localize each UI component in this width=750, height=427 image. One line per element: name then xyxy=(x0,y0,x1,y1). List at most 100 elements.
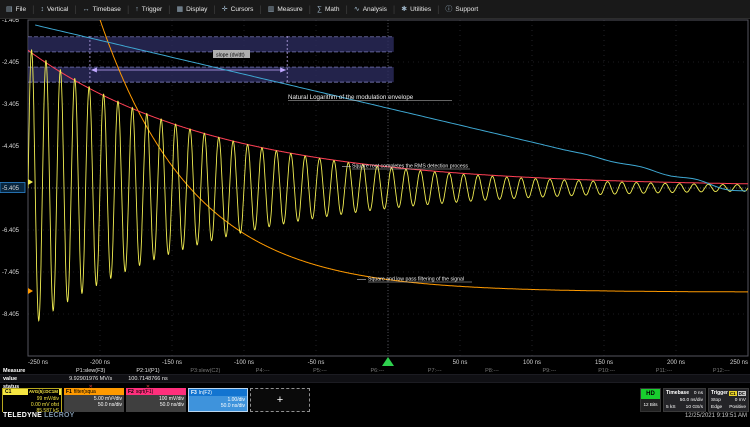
vertical-icon: ↕ xyxy=(40,6,44,13)
x-axis-label: 100 ns xyxy=(523,360,541,366)
trace-settings: 1.00/div50.0 ns/div xyxy=(189,396,247,411)
measure-P11-label[interactable]: P11:--- xyxy=(635,368,692,374)
menu-label: Timebase xyxy=(93,6,121,13)
slew-level-band-2 xyxy=(28,67,394,82)
brand-lecroy: LECROY xyxy=(44,412,74,419)
trace-function: ln(F2) xyxy=(199,390,212,396)
measure-P9-label[interactable]: P9:--- xyxy=(521,368,578,374)
measure-P2-label[interactable]: P2:1/(P1) xyxy=(119,368,176,374)
measure-P7-label[interactable]: P7:--- xyxy=(406,368,463,374)
hd-resolution-box[interactable]: HD 12 Bits xyxy=(640,388,661,412)
trace-id: F1 xyxy=(66,389,72,395)
utilities-icon: ✱ xyxy=(401,5,407,13)
x-axis-label: 50 ns xyxy=(453,360,468,366)
measure-P1-value: 9.92901976 MV/s xyxy=(62,376,119,382)
cursors-icon: ✛ xyxy=(222,5,228,13)
x-axis-label: 150 ns xyxy=(595,360,613,366)
menu-utilities[interactable]: ✱Utilities xyxy=(395,0,437,18)
menu-label: Cursors xyxy=(231,6,254,13)
menu-math[interactable]: ∑Math xyxy=(311,0,345,18)
menu-vertical[interactable]: ↕Vertical xyxy=(34,0,74,18)
menu-display[interactable]: ▦Display xyxy=(170,0,213,18)
slope-label: slope (dv/dt) xyxy=(216,53,245,59)
menu-label: Math xyxy=(325,6,339,13)
add-trace-button[interactable]: + xyxy=(250,388,310,412)
annotation-ln: Natural Logarithm of the modulation enve… xyxy=(288,94,414,101)
trace-descriptor-f2[interactable]: F2sqrt(F1)100 mV/div50.0 ns/div xyxy=(126,388,186,412)
menu-file[interactable]: ▤File xyxy=(0,0,32,18)
y-axis-label: -4.405 xyxy=(2,144,20,150)
menu-support[interactable]: ⓘSupport xyxy=(439,0,484,18)
trace-function: sqrt(F1) xyxy=(136,389,154,395)
menu-label: Trigger xyxy=(142,6,162,13)
hd-label: HD xyxy=(641,389,660,399)
menu-analysis[interactable]: ∿Analysis xyxy=(348,0,393,18)
measure-row-value: value9.92901976 MV/s100.7148766 ns xyxy=(0,374,750,383)
menu-label: Display xyxy=(186,6,207,13)
display-icon: ▦ xyxy=(176,5,183,13)
annotation-sqrt: Square root completes the RMS detection … xyxy=(352,164,468,170)
x-axis-label: -50 ns xyxy=(308,360,325,366)
measure-row-label: Measure xyxy=(0,368,62,374)
menu-label: Measure xyxy=(277,6,302,13)
trace-setting-line: 50.0 ns/div xyxy=(191,403,245,409)
trigger-box[interactable]: TriggerC1DC Stop0 mV EdgePositive xyxy=(708,388,749,412)
brand-teledyne: TELEDYNE xyxy=(3,412,42,419)
measure-table: MeasureP1:slew(F3)P2:1/(P1)P3:slew(C2)P4… xyxy=(0,367,750,390)
y-axis-label: -6.405 xyxy=(2,228,20,234)
x-axis-label: 200 ns xyxy=(667,360,685,366)
measure-P6-label[interactable]: P6:--- xyxy=(349,368,406,374)
trigger-slope: Positive xyxy=(729,405,746,410)
trigger-level: 0 mV xyxy=(735,398,746,403)
trace-settings: 100 mV/div50.0 ns/div xyxy=(126,395,186,412)
trace-descriptor-c1[interactable]: C1AVG(5):DC1M99 mV/div0.00 mV ofst85.587… xyxy=(2,388,62,412)
measure-P3-label[interactable]: P3:slew(C2) xyxy=(177,368,234,374)
channel-descriptors: C1AVG(5):DC1M99 mV/div0.00 mV ofst85.587… xyxy=(2,388,310,412)
y-axis-label: -5.405 xyxy=(2,186,20,192)
timebase-box[interactable]: Timebase 0 ns 50.0 ns/div 5 kS 10 GS/s xyxy=(663,388,706,412)
trigger-mode: Stop xyxy=(711,398,721,403)
analysis-icon: ∿ xyxy=(354,5,360,13)
x-axis-label: 250 ns xyxy=(730,360,748,366)
datetime-display: 12/25/2021 9:19:51 AM xyxy=(685,413,747,419)
measure-P12-label[interactable]: P12:--- xyxy=(693,368,750,374)
measure-icon: ▥ xyxy=(268,5,275,13)
measure-P8-label[interactable]: P8:--- xyxy=(463,368,520,374)
measure-P2-value: 100.7148766 ns xyxy=(119,376,176,382)
measure-P5-label[interactable]: P5:--- xyxy=(291,368,348,374)
menu-cursors[interactable]: ✛Cursors xyxy=(216,0,260,18)
y-axis-label: -3.405 xyxy=(2,102,20,108)
waveform-display: slope (dv/dt) Natural Logarithm of the m… xyxy=(0,0,750,427)
measure-P1-label[interactable]: P1:slew(F3) xyxy=(62,368,119,374)
measure-P10-label[interactable]: P10:--- xyxy=(578,368,635,374)
brand-logo: TELEDYNE LECROY xyxy=(3,412,74,419)
menu-measure[interactable]: ▥Measure xyxy=(262,0,309,18)
trigger-source-badge: C1 xyxy=(729,391,737,396)
measure-row-label: value xyxy=(0,376,62,382)
menu-label: Support xyxy=(455,6,478,13)
timebase-delay: 0 ns xyxy=(694,391,703,396)
trace-settings: 5.00 mV²/div50.0 ns/div xyxy=(64,395,124,412)
slew-level-band-1 xyxy=(28,37,394,52)
trace-descriptor-f3[interactable]: F3ln(F2)1.00/div50.0 ns/div xyxy=(188,388,248,412)
support-icon: ⓘ xyxy=(445,4,452,14)
measure-P4-label[interactable]: P4:--- xyxy=(234,368,291,374)
menu-timebase[interactable]: ↔Timebase xyxy=(77,0,127,18)
timebase-title: Timebase xyxy=(666,390,689,396)
trigger-icon: ↑ xyxy=(135,6,139,13)
measure-row-label: MeasureP1:slew(F3)P2:1/(P1)P3:slew(C2)P4… xyxy=(0,367,750,374)
y-axis-label: -8.405 xyxy=(2,312,20,318)
annotation-square: Square and low pass filtering of the sig… xyxy=(368,277,464,283)
trace-id: F2 xyxy=(128,389,134,395)
menu-label: Analysis xyxy=(363,6,387,13)
trace-descriptor-f1[interactable]: F1filter(squa5.00 mV²/div50.0 ns/div xyxy=(64,388,124,412)
x-axis-label: -150 ns xyxy=(162,360,182,366)
timebase-rate: 10 GS/s xyxy=(686,405,703,410)
trace-setting-line: 50.0 ns/div xyxy=(66,402,122,408)
x-axis-label: -100 ns xyxy=(234,360,254,366)
timebase-scale: 50.0 ns/div xyxy=(680,398,703,403)
trigger-coupling-badge: DC xyxy=(738,391,746,396)
timebase-samples: 5 kS xyxy=(666,405,676,410)
menu-trigger[interactable]: ↑Trigger xyxy=(129,0,168,18)
x-axis-label: -200 ns xyxy=(90,360,110,366)
